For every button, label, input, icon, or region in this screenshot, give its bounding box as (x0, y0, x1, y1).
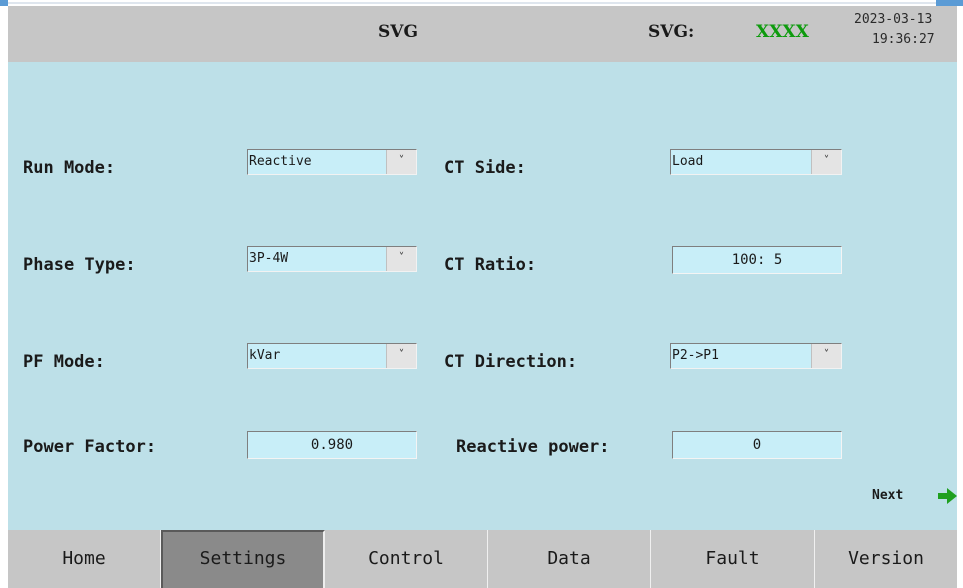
power-factor-input[interactable]: 0.980 (247, 431, 417, 459)
ct-side-select[interactable]: Load ˅ (670, 149, 842, 175)
reactive-power-input[interactable]: 0 (672, 431, 842, 459)
tab-fault[interactable]: Fault (651, 530, 815, 588)
phase-type-select[interactable]: 3P-4W ˅ (247, 246, 417, 272)
chevron-down-icon[interactable]: ˅ (386, 150, 416, 174)
run-mode-label: Run Mode: (23, 158, 116, 178)
date-display: 2023-03-13 (854, 12, 933, 27)
ct-ratio-input[interactable]: 100: 5 (672, 246, 842, 274)
ct-direction-label: CT Direction: (444, 352, 578, 372)
title-bar: SVG SVG: XXXX 2023-03-13 19:36:27 (8, 6, 957, 62)
power-factor-label: Power Factor: (23, 437, 157, 457)
chevron-down-icon[interactable]: ˅ (386, 344, 416, 368)
ct-side-value: Load (672, 154, 704, 169)
phase-type-label: Phase Type: (23, 255, 136, 275)
next-label[interactable]: Next (872, 488, 903, 503)
tab-control[interactable]: Control (325, 530, 488, 588)
bottom-tab-bar: Home Settings Control Data Fault Version (8, 530, 957, 588)
time-display: 19:36:27 (872, 32, 935, 47)
run-mode-value: Reactive (249, 154, 312, 169)
pf-mode-select[interactable]: kVar ˅ (247, 343, 417, 369)
device-value: XXXX (756, 22, 809, 42)
tab-settings[interactable]: Settings (161, 530, 325, 588)
chevron-down-icon[interactable]: ˅ (386, 247, 416, 271)
chevron-down-icon[interactable]: ˅ (811, 150, 841, 174)
tab-data[interactable]: Data (488, 530, 651, 588)
arrow-right-icon[interactable] (938, 488, 957, 504)
ct-direction-select[interactable]: P2->P1 ˅ (670, 343, 842, 369)
ct-side-label: CT Side: (444, 158, 526, 178)
page-title: SVG (378, 22, 418, 42)
ct-ratio-label: CT Ratio: (444, 255, 537, 275)
tab-home[interactable]: Home (8, 530, 161, 588)
tab-version[interactable]: Version (815, 530, 957, 588)
hmi-screen: SVG SVG: XXXX 2023-03-13 19:36:27 Run Mo… (8, 6, 957, 588)
pf-mode-label: PF Mode: (23, 352, 105, 372)
ct-direction-value: P2->P1 (672, 348, 719, 363)
pf-mode-value: kVar (249, 348, 281, 363)
device-label: SVG: (648, 22, 695, 42)
reactive-power-label: Reactive power: (456, 437, 610, 457)
chevron-down-icon[interactable]: ˅ (811, 344, 841, 368)
run-mode-select[interactable]: Reactive ˅ (247, 149, 417, 175)
phase-type-value: 3P-4W (249, 251, 289, 266)
